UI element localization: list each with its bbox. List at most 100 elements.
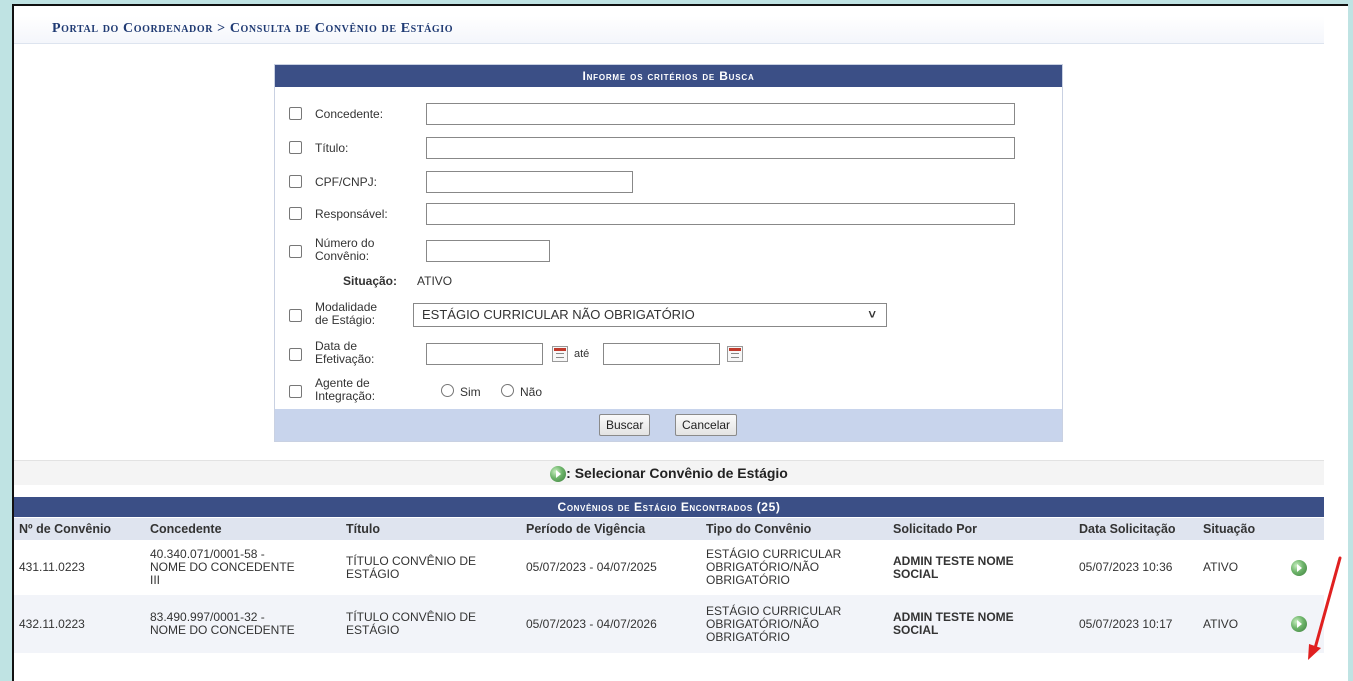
modalidade-label-line2: de Estágio: xyxy=(315,313,376,327)
calendar-icon[interactable] xyxy=(727,346,743,362)
titulo-input[interactable] xyxy=(426,137,1015,159)
agente-label: Agente de Integração: xyxy=(315,377,375,403)
agente-sim-radio[interactable] xyxy=(441,384,454,397)
agente-checkbox[interactable] xyxy=(289,385,302,398)
cell-tipo-line3: OBRIGATÓRIO xyxy=(706,573,790,587)
cell-concedente-line2: NOME DO CONCEDENTE xyxy=(150,623,295,637)
data-label-line2: Efetivação: xyxy=(315,352,375,366)
modalidade-checkbox[interactable] xyxy=(289,309,302,322)
col-header-situacao: Situação xyxy=(1198,518,1286,540)
calendar-icon[interactable] xyxy=(552,346,568,362)
cell-solicitado-line1: ADMIN TESTE NOME xyxy=(893,610,1014,624)
cell-titulo-line1: TÍTULO CONVÊNIO DE xyxy=(346,553,477,568)
col-header-solicitado: Solicitado Por xyxy=(888,518,1074,540)
agente-label-line2: Integração: xyxy=(315,389,376,403)
modalidade-label: Modalidade de Estágio: xyxy=(315,301,377,327)
col-header-action xyxy=(1286,518,1324,540)
numero-label-line1: Número do xyxy=(315,236,375,250)
modalidade-select[interactable]: ESTÁGIO CURRICULAR NÃO OBRIGATÓRIO ˅ xyxy=(413,303,887,327)
cell-solicitado[interactable]: ADMIN TESTE NOME SOCIAL xyxy=(888,595,1074,653)
search-form: Informe os critérios de Busca Concedente… xyxy=(274,64,1063,442)
cell-solicitado-line2: SOCIAL xyxy=(893,566,939,581)
ate-label: até xyxy=(574,348,590,360)
cell-solicitado-line2: SOCIAL xyxy=(893,623,939,637)
cell-tipo-line1: ESTÁGIO CURRICULAR xyxy=(706,603,842,618)
cell-numero: 432.11.0223 xyxy=(14,595,145,653)
cell-tipo: ESTÁGIO CURRICULAR OBRIGATÓRIO/NÃO OBRIG… xyxy=(701,595,888,653)
col-header-titulo: Título xyxy=(341,518,521,540)
situacao-label: Situação: xyxy=(343,274,398,288)
data-inicio-input[interactable] xyxy=(426,343,543,365)
concedente-input[interactable] xyxy=(426,103,1015,125)
cpf-label: CPF/CNPJ: xyxy=(315,175,378,189)
titulo-checkbox[interactable] xyxy=(289,141,302,154)
cell-titulo-line2: ESTÁGIO xyxy=(346,566,400,581)
col-header-concedente: Concedente xyxy=(145,518,341,540)
cell-titulo: TÍTULO CONVÊNIO DE ESTÁGIO xyxy=(341,595,521,653)
cell-tipo-line2: OBRIGATÓRIO/NÃO xyxy=(706,616,820,631)
responsavel-input[interactable] xyxy=(426,203,1015,225)
legend-bar: : Selecionar Convênio de Estágio xyxy=(14,460,1324,485)
cell-periodo: 05/07/2023 - 04/07/2026 xyxy=(521,595,701,653)
agente-sim-label: Sim xyxy=(460,385,481,399)
agente-nao-radio[interactable] xyxy=(501,384,514,397)
cell-concedente-line1: 83.490.997/0001-32 - xyxy=(150,610,265,624)
responsavel-label: Responsável: xyxy=(315,207,388,221)
cell-titulo-line1: TÍTULO CONVÊNIO DE xyxy=(346,610,477,624)
cell-periodo: 05/07/2023 - 04/07/2025 xyxy=(521,540,701,595)
cell-situacao: ATIVO xyxy=(1198,540,1286,595)
cell-solicitado[interactable]: ADMIN TESTE NOME SOCIAL xyxy=(888,540,1074,595)
cell-situacao: ATIVO xyxy=(1198,595,1286,653)
cpf-checkbox[interactable] xyxy=(289,175,302,188)
titulo-label: Título: xyxy=(315,141,349,155)
cell-data: 05/07/2023 10:17 xyxy=(1074,595,1198,653)
col-header-periodo: Período de Vigência xyxy=(521,518,701,540)
cancelar-button[interactable]: Cancelar xyxy=(675,414,738,436)
numero-checkbox[interactable] xyxy=(289,245,302,258)
cell-concedente-line2: NOME DO CONCEDENTE xyxy=(150,560,295,574)
cell-concedente: 83.490.997/0001-32 - NOME DO CONCEDENTE xyxy=(145,595,341,653)
table-row: 432.11.0223 83.490.997/0001-32 - NOME DO… xyxy=(14,595,1324,653)
breadcrumb: Portal do Coordenador > Consulta de Conv… xyxy=(14,16,1324,44)
cell-tipo-line2: OBRIGATÓRIO/NÃO xyxy=(706,560,820,574)
concedente-label: Concedente: xyxy=(315,107,384,121)
legend-text: : Selecionar Convênio de Estágio xyxy=(566,465,788,481)
cell-tipo: ESTÁGIO CURRICULAR OBRIGATÓRIO/NÃO OBRIG… xyxy=(701,540,888,595)
col-header-tipo: Tipo do Convênio xyxy=(701,518,888,540)
numero-label-line2: Convênio: xyxy=(315,249,370,263)
agente-label-line1: Agente de xyxy=(315,376,370,390)
table-header-row: Nº de Convênio Concedente Título Período… xyxy=(14,518,1324,540)
col-header-data: Data Solicitação xyxy=(1074,518,1198,540)
cpf-input[interactable] xyxy=(426,171,633,193)
cell-tipo-line1: ESTÁGIO CURRICULAR xyxy=(706,547,842,561)
cell-data: 05/07/2023 10:36 xyxy=(1074,540,1198,595)
search-form-footer: Buscar Cancelar xyxy=(275,409,1062,441)
cell-concedente: 40.340.071/0001-58 - NOME DO CONCEDENTE … xyxy=(145,540,341,595)
data-checkbox[interactable] xyxy=(289,348,302,361)
cell-tipo-line3: OBRIGATÓRIO xyxy=(706,629,790,644)
numero-input[interactable] xyxy=(426,240,550,262)
data-fim-input[interactable] xyxy=(603,343,720,365)
select-go-icon xyxy=(550,466,567,483)
numero-label: Número do Convênio: xyxy=(315,237,374,263)
results-caption: Convênios de Estágio Encontrados (25) xyxy=(14,497,1324,517)
modalidade-label-line1: Modalidade xyxy=(315,300,378,314)
concedente-checkbox[interactable] xyxy=(289,107,302,120)
cell-numero: 431.11.0223 xyxy=(14,540,145,595)
cell-concedente-line3: III xyxy=(150,573,161,587)
buscar-button[interactable]: Buscar xyxy=(599,414,651,436)
modalidade-selected-value: ESTÁGIO CURRICULAR NÃO OBRIGATÓRIO xyxy=(422,307,695,322)
col-header-numero: Nº de Convênio xyxy=(14,518,145,540)
cell-solicitado-line1: ADMIN TESTE NOME xyxy=(893,553,1014,568)
data-label-line1: Data de xyxy=(315,339,358,353)
situacao-value: ATIVO xyxy=(417,274,453,288)
responsavel-checkbox[interactable] xyxy=(289,207,302,220)
results-table: Nº de Convênio Concedente Título Período… xyxy=(14,518,1324,653)
cell-concedente-line1: 40.340.071/0001-58 - xyxy=(150,547,265,561)
table-row: 431.11.0223 40.340.071/0001-58 - NOME DO… xyxy=(14,540,1324,595)
cell-titulo: TÍTULO CONVÊNIO DE ESTÁGIO xyxy=(341,540,521,595)
data-label: Data de Efetivação: xyxy=(315,340,374,366)
chevron-down-icon: ˅ xyxy=(868,307,876,322)
search-form-caption: Informe os critérios de Busca xyxy=(275,65,1062,87)
red-arrow-annotation-icon xyxy=(1308,556,1342,660)
